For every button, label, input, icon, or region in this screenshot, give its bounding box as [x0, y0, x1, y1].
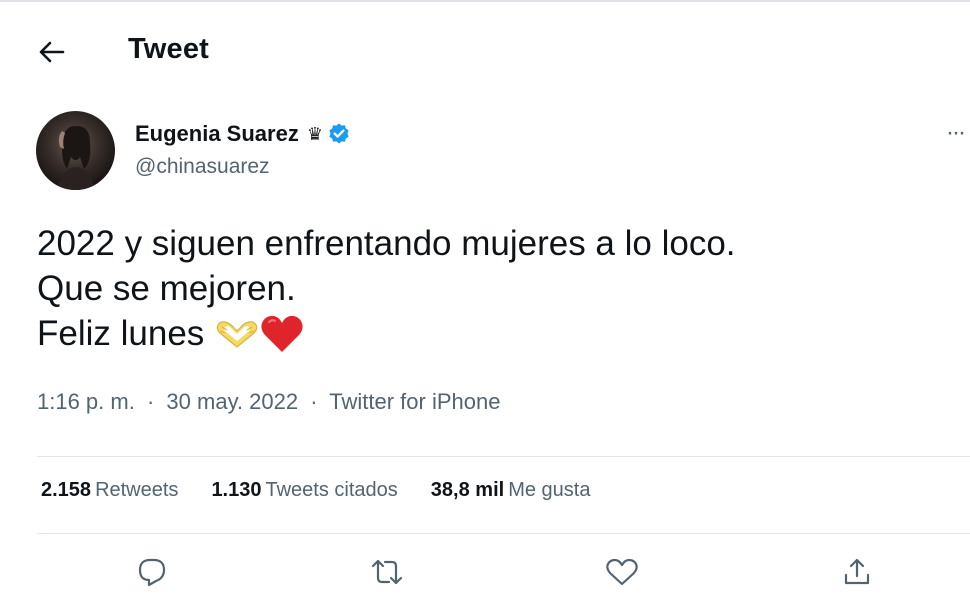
arrow-left-icon [39, 41, 65, 63]
retweets-stat[interactable]: 2.158 Retweets [41, 479, 178, 502]
back-button[interactable] [34, 34, 70, 70]
more-options-icon: ··· [946, 119, 966, 146]
tweet-meta: 1:16 p. m. · 30 may. 2022 · Twitter for … [37, 389, 500, 415]
reply-button[interactable] [134, 554, 170, 590]
verified-badge-icon [327, 122, 351, 146]
divider [37, 533, 970, 534]
like-button[interactable] [604, 554, 640, 590]
share-icon [844, 558, 870, 585]
action-bar [0, 550, 970, 594]
reply-icon [138, 558, 166, 587]
meta-separator: · [146, 389, 155, 414]
tweet-line: Feliz lunes [37, 314, 205, 353]
crown-emoji: ♛ [306, 124, 323, 144]
likes-count: 38,8 mil [430, 479, 505, 501]
tweet-line-with-emoji: Feliz lunes [37, 311, 736, 356]
more-options-button[interactable]: ··· [940, 119, 970, 146]
heart-hands-emoji [217, 320, 258, 348]
retweets-count: 2.158 [41, 479, 92, 501]
meta-separator: · [310, 389, 318, 414]
avatar[interactable] [36, 111, 115, 190]
author-name[interactable]: Eugenia Suarez ♛ [135, 121, 351, 147]
tweet-line: 2022 y siguen enfrentando mujeres a lo l… [37, 224, 736, 263]
tweet-line: Que se mejoren. [37, 269, 296, 308]
tweet-source[interactable]: Twitter for iPhone [329, 389, 500, 414]
author-display-name: Eugenia Suarez [135, 121, 299, 146]
avatar-photo [58, 125, 94, 190]
quotes-stat[interactable]: 1.130 Tweets citados [211, 479, 397, 502]
tweet-text: 2022 y siguen enfrentando mujeres a lo l… [37, 221, 736, 356]
retweet-icon [371, 559, 403, 585]
retweets-label: Retweets [95, 479, 179, 501]
likes-stat[interactable]: 38,8 mil Me gusta [431, 479, 591, 502]
red-heart-emoji [261, 315, 303, 352]
tweet-time[interactable]: 1:16 p. m. [37, 389, 135, 414]
page-title: Tweet [128, 33, 210, 65]
share-button[interactable] [839, 554, 875, 590]
divider [37, 456, 970, 457]
likes-label: Me gusta [508, 479, 591, 501]
quotes-label: Tweets citados [265, 479, 398, 501]
tweet-date[interactable]: 30 may. 2022 [166, 389, 298, 414]
retweet-button[interactable] [369, 554, 405, 590]
emoji-group [214, 314, 304, 354]
like-icon [606, 558, 638, 586]
quotes-count: 1.130 [211, 479, 262, 501]
header: Tweet [0, 0, 970, 100]
author-handle[interactable]: @chinasuarez [135, 155, 270, 179]
tweet-stats: 2.158 Retweets 1.130 Tweets citados 38,8 m… [41, 479, 623, 502]
